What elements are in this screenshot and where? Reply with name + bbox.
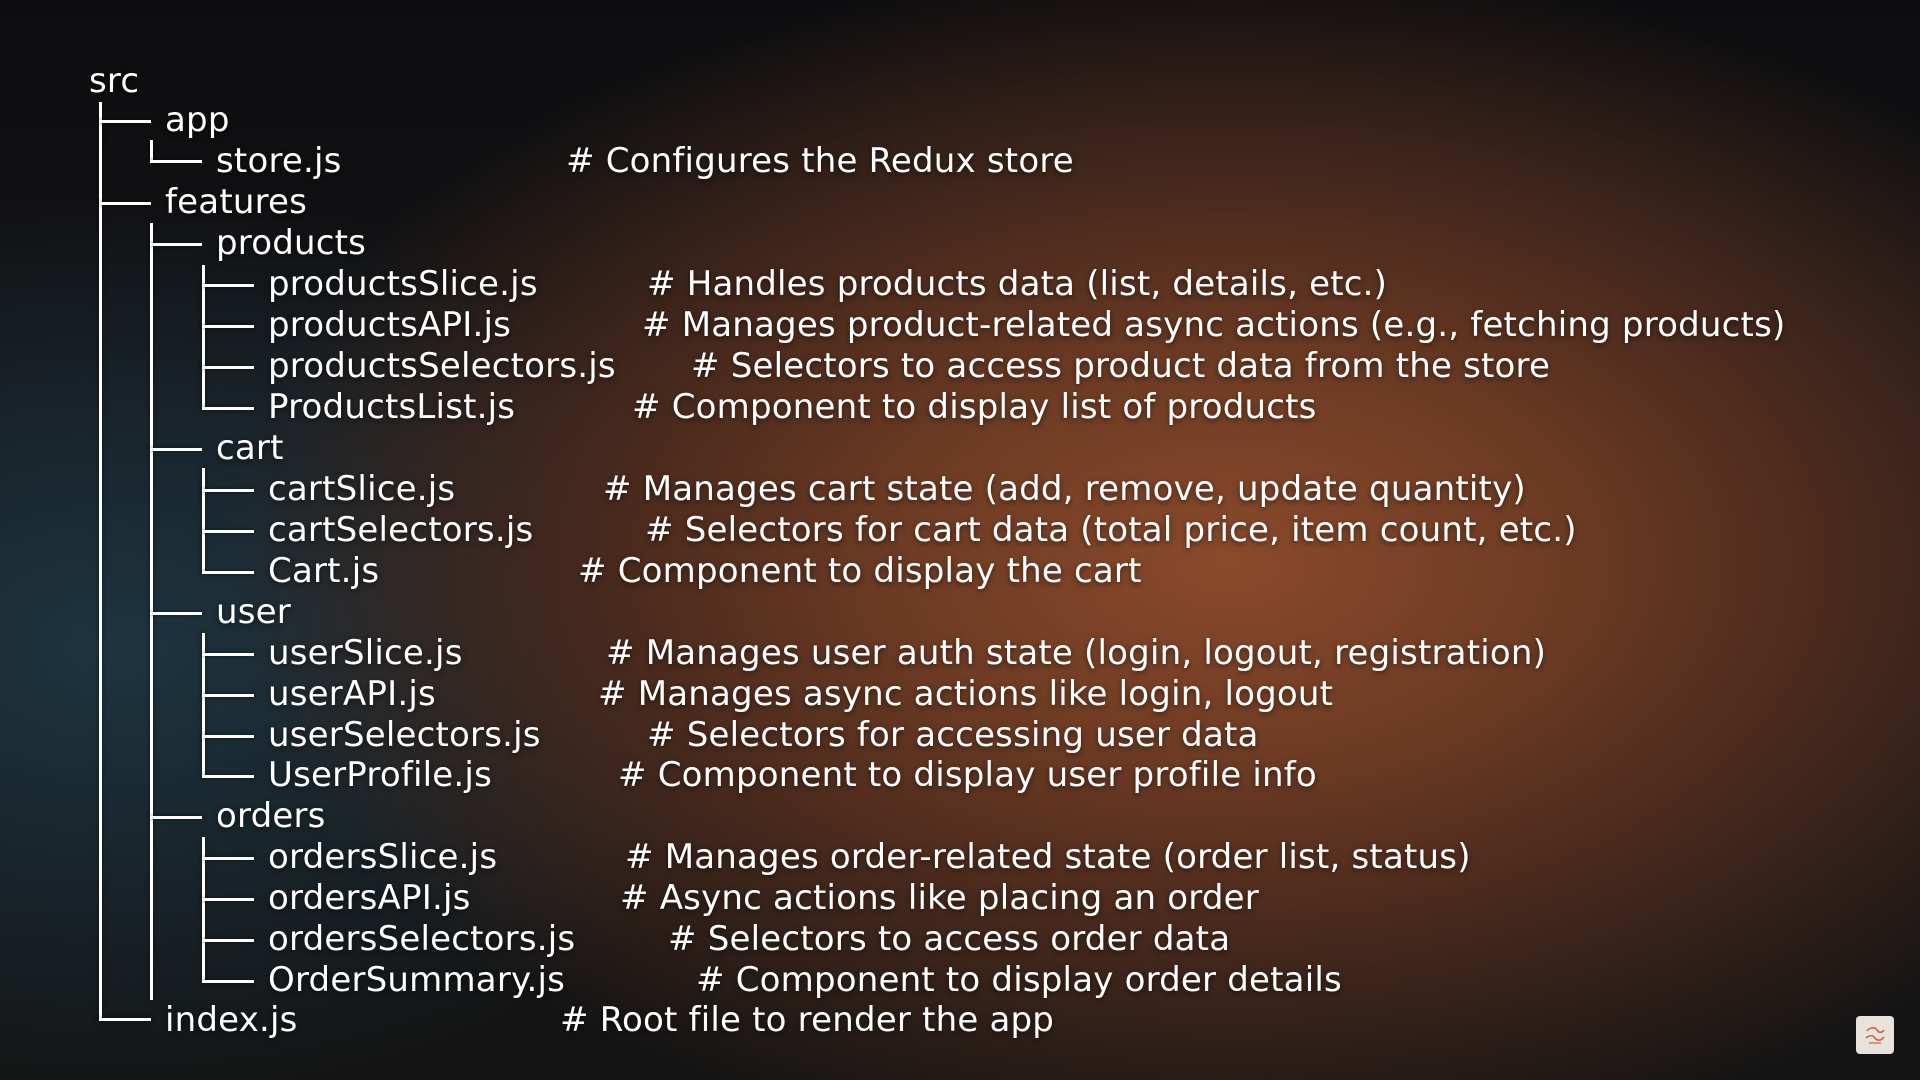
file-comment: # Selectors for accessing user data [647,715,1259,755]
file-label: OrderSummary.js [268,960,566,1000]
features-connector [99,202,151,205]
productsslice-connector [202,284,254,287]
file-label: ProductsList.js [268,387,516,427]
file-label: cartSlice.js [268,469,456,509]
cart-branch-line [202,468,205,572]
cartjs-connector [202,571,254,574]
index-connector [99,1018,151,1021]
folder-label: orders [216,796,326,836]
src-branch-line [99,102,102,1020]
cartslice-connector [202,489,254,492]
productsapi-connector [202,325,254,328]
cartselectors-connector [202,530,254,533]
file-label: userSlice.js [268,633,463,673]
file-label: ordersAPI.js [268,878,471,918]
user-connector [150,612,202,615]
app-connector [99,120,151,123]
cart-connector [150,448,202,451]
file-comment: # Async actions like placing an order [620,878,1259,918]
file-comment: # Manages order-related state (order lis… [625,837,1471,877]
orders-connector [150,816,202,819]
file-label: ordersSelectors.js [268,919,576,959]
folder-label: cart [216,428,284,468]
folder-structure-diagram: src app store.js # Configures the Redux … [0,0,1920,1080]
ordersslice-connector [202,857,254,860]
productsselectors-connector [202,366,254,369]
userselectors-connector [202,735,254,738]
userprofile-connector [202,775,254,778]
file-label: productsAPI.js [268,305,512,345]
file-label: index.js [165,1000,298,1040]
file-label: productsSlice.js [268,264,538,304]
file-label: store.js [216,141,342,181]
app-branch-line [150,140,153,162]
file-comment: # Component to display list of products [632,387,1317,427]
products-connector [150,243,202,246]
userapi-connector [202,694,254,697]
file-comment: # Manages cart state (add, remove, updat… [603,469,1526,509]
ordersapi-connector [202,898,254,901]
file-comment: # Component to display order details [696,960,1342,1000]
folder-label: src [89,61,140,101]
productslist-connector [202,407,254,410]
store-connector [150,160,202,163]
userslice-connector [202,653,254,656]
file-label: UserProfile.js [268,755,492,795]
file-label: userSelectors.js [268,715,541,755]
file-comment: # Selectors to access order data [668,919,1231,959]
ordersummary-connector [202,980,254,983]
folder-label: features [165,182,308,222]
file-comment: # Root file to render the app [560,1000,1055,1040]
file-comment: # Manages user auth state (login, logout… [606,633,1547,673]
file-comment: # Handles products data (list, details, … [647,264,1388,304]
file-label: cartSelectors.js [268,510,534,550]
file-label: productsSelectors.js [268,346,616,386]
ordersselectors-connector [202,939,254,942]
file-label: Cart.js [268,551,380,591]
file-label: userAPI.js [268,674,436,714]
file-comment: # Component to display user profile info [618,755,1317,795]
file-comment: # Selectors to access product data from … [691,346,1551,386]
file-label: ordersSlice.js [268,837,498,877]
file-comment: # Selectors for cart data (total price, … [645,510,1577,550]
logo-mark-icon [1865,1027,1885,1044]
file-comment: # Manages product-related async actions … [642,305,1786,345]
folder-label: app [165,100,230,140]
file-comment: # Manages async actions like login, logo… [598,674,1334,714]
channel-logo-icon [1856,1016,1894,1054]
folder-label: user [216,592,291,632]
file-comment: # Component to display the cart [578,551,1142,591]
file-comment: # Configures the Redux store [566,141,1074,181]
folder-label: products [216,223,367,263]
